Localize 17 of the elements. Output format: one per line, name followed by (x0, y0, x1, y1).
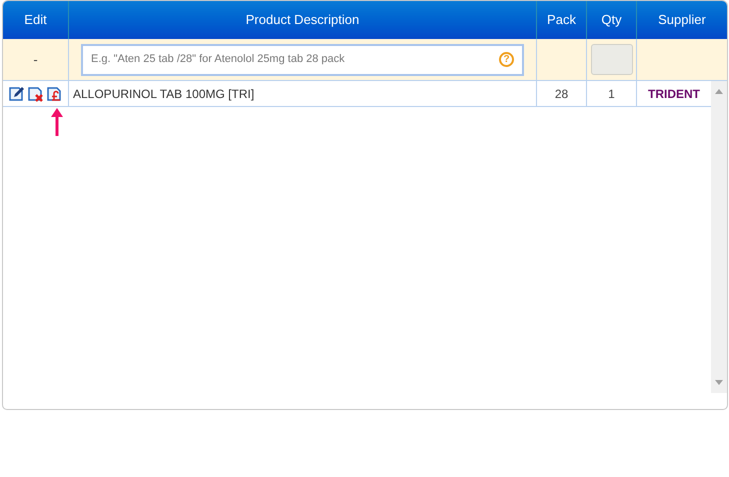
scroll-up-icon[interactable] (715, 89, 723, 94)
delete-icon[interactable] (27, 85, 44, 102)
price-icon[interactable] (46, 85, 63, 102)
column-header[interactable]: Qty (601, 10, 622, 30)
scrollbar[interactable] (711, 81, 727, 393)
supplier-name: TRIDENT (648, 86, 700, 102)
edit-filter-text: - (33, 50, 38, 69)
column-header[interactable]: Edit (24, 10, 47, 30)
product-description: ALLOPURINOL TAB 100MG [TRI] (73, 86, 254, 102)
pack-size: 28 (554, 86, 568, 102)
column-header[interactable]: Pack (547, 10, 576, 30)
column-header[interactable]: Product Description (246, 10, 360, 30)
scroll-down-icon[interactable] (715, 380, 723, 385)
column-header[interactable]: Supplier (658, 10, 706, 30)
edit-icon[interactable] (8, 85, 25, 102)
quantity: 1 (608, 86, 615, 102)
qty-field[interactable] (590, 44, 632, 75)
